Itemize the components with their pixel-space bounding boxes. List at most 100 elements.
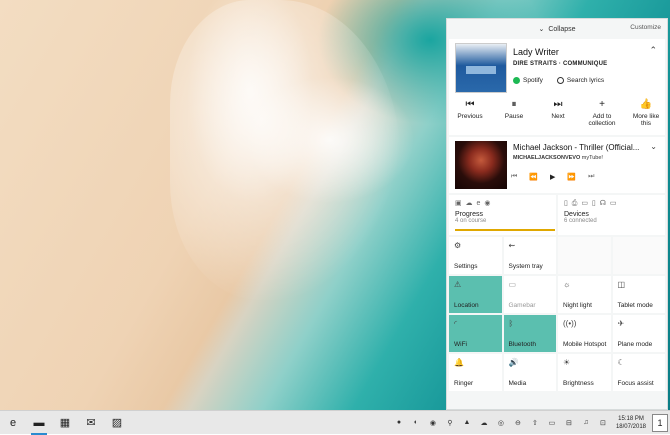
progress-label: Progress — [455, 211, 484, 218]
tray-icon[interactable]: ♫ — [579, 416, 593, 430]
tile-location[interactable]: ⚠ Location — [449, 276, 502, 313]
skip-back-icon[interactable]: ⏮ — [511, 173, 517, 181]
pause-label: Pause — [504, 113, 524, 120]
edge-icon[interactable]: e — [0, 411, 26, 435]
previous-button[interactable]: ⏮ Previous — [453, 99, 487, 127]
status-row: ▣ ☁ e ◉ Progress 4 on course ▯ ⎙ ▭ ▯ ☊ ▭… — [449, 195, 665, 235]
tile-label: WiFi — [454, 341, 467, 348]
tile-label: Location — [454, 302, 479, 309]
rewind-icon[interactable]: ⏪ — [529, 173, 538, 181]
next-button[interactable]: ⏭ Next — [541, 99, 575, 127]
tile-label: Tablet mode — [617, 302, 653, 309]
notification-button[interactable]: 1 — [652, 413, 668, 432]
store-icon[interactable]: ▦ — [52, 411, 78, 435]
search-lyrics-button[interactable]: Search lyrics — [556, 77, 605, 85]
fast-forward-icon[interactable]: ⏩ — [567, 173, 576, 181]
pause-button[interactable]: ⏸ Pause — [497, 99, 531, 127]
progress-sub: 4 on course — [455, 218, 487, 224]
photos-icon[interactable]: ▨ — [104, 411, 130, 435]
tray-icon[interactable]: ◎ — [494, 416, 508, 430]
tile-tablet-mode[interactable]: ◫ Tablet mode — [612, 276, 665, 313]
tray-icon[interactable]: ⇧ — [528, 416, 542, 430]
tile-gamebar[interactable]: ▭ Gamebar — [503, 276, 556, 313]
ringer-icon: 🔔 — [454, 358, 464, 367]
media-icon: 🔊 — [508, 358, 519, 367]
next-icon: ⏭ — [553, 99, 563, 110]
more-like-this-label: More like this — [632, 113, 660, 127]
tray-icon[interactable]: ◉ — [426, 416, 440, 430]
progress-bar — [455, 229, 555, 231]
tile-empty — [612, 237, 665, 274]
tile-focus-assist[interactable]: ☾ Focus assist — [612, 354, 665, 391]
progress-card[interactable]: ▣ ☁ e ◉ Progress 4 on course — [449, 195, 556, 235]
skip-forward-icon[interactable]: ⏭ — [588, 173, 594, 181]
chevron-down-icon[interactable]: ⌄ — [538, 25, 544, 33]
tray-icon[interactable]: ◐ — [409, 416, 423, 430]
tile-ringer[interactable]: 🔔 Ringer — [449, 354, 502, 391]
music-controls: ⏮ Previous ⏸ Pause ⏭ Next + Add to collectio… — [453, 99, 663, 127]
search-lyrics-label: Search lyrics — [566, 77, 605, 85]
devices-card[interactable]: ▯ ⎙ ▭ ▯ ☊ ▭ Devices 6 connected — [558, 195, 665, 235]
customize-link[interactable]: Customize — [630, 24, 661, 31]
tablet-mode-icon: ◫ — [617, 280, 626, 289]
tile-label: Mobile Hotspot — [563, 341, 607, 348]
collapse-button[interactable]: Collapse — [548, 26, 575, 33]
video-thumbnail — [455, 141, 507, 189]
mobile-hotspot-icon: ((•)) — [563, 319, 577, 328]
chevron-up-icon[interactable]: ⌃ — [649, 45, 657, 56]
tile-label: Brightness — [563, 380, 594, 387]
tile-system-tray[interactable]: ⇜ System tray — [503, 237, 556, 274]
clock-time: 15:18 PM — [618, 415, 644, 422]
spotify-source[interactable]: Spotify — [513, 77, 543, 84]
taskbar: e ▬ ▦ ✉ ▨ ● ◐ ◉ ⚲ ▲ ☁ ◎ ⊖ ⇧ ▭ ⊟ ♫ ⊡ 15:18 PM 18/07/2018 1 — [0, 410, 670, 435]
tray-icon[interactable]: ▲ — [460, 416, 474, 430]
device-icons: ▯ ⎙ ▭ ▯ ☊ ▭ — [564, 200, 618, 207]
devices-sub: 6 connected — [564, 218, 597, 224]
tile-media[interactable]: 🔊 Media — [503, 354, 556, 391]
tray-icon[interactable]: ⊟ — [562, 416, 576, 430]
tile-bluetooth[interactable]: ᛒ Bluetooth — [503, 315, 556, 352]
tile-settings[interactable]: ⚙ Settings — [449, 237, 502, 274]
gamebar-icon: ▭ — [508, 280, 517, 289]
tray-icon[interactable]: ☁ — [477, 416, 491, 430]
settings-icon: ⚙ — [454, 241, 462, 250]
tile-label: Focus assist — [617, 380, 654, 387]
video-controls: ⏮ ⏪ ▶ ⏩ ⏭ — [511, 173, 594, 181]
tray-icon[interactable]: ▭ — [545, 416, 559, 430]
devices-label: Devices — [564, 211, 589, 218]
system-tray-icon: ⇜ — [508, 241, 516, 250]
bluetooth-icon: ᛒ — [508, 319, 514, 328]
tray-icon[interactable]: ⊖ — [511, 416, 525, 430]
system-tray: ● ◐ ◉ ⚲ ▲ ☁ ◎ ⊖ ⇧ ▭ ⊟ ♫ ⊡ 15:18 PM 18/07/2018 1 — [392, 413, 670, 432]
tile-label: System tray — [508, 263, 543, 270]
music-source-row: Spotify Search lyrics — [513, 77, 604, 84]
tile-brightness[interactable]: ☀ Brightness — [558, 354, 611, 391]
tile-mobile-hotspot[interactable]: ((•)) Mobile Hotspot — [558, 315, 611, 352]
next-label: Next — [551, 113, 565, 120]
video-channel: MICHAELJACKSONVEVO — [513, 155, 581, 161]
tray-icon[interactable]: ⊡ — [596, 416, 610, 430]
album-art — [455, 43, 507, 93]
previous-icon: ⏮ — [465, 99, 475, 110]
tile-wifi[interactable]: ◜ WiFi — [449, 315, 502, 352]
spotify-label: Spotify — [523, 77, 543, 85]
add-to-collection-button[interactable]: + Add to collection — [585, 99, 619, 127]
action-center-panel: ⌄ Collapse Customize Lady Writer DIRE ST… — [446, 18, 668, 410]
tile-night-light[interactable]: ☼ Night light — [558, 276, 611, 313]
progress-app-icons: ▣ ☁ e ◉ — [455, 200, 492, 207]
file-explorer-icon[interactable]: ▬ — [26, 411, 52, 435]
wifi-icon: ◜ — [454, 319, 458, 328]
pause-icon: ⏸ — [511, 99, 517, 110]
tile-plane-mode[interactable]: ✈ Plane mode — [612, 315, 665, 352]
plus-icon: + — [599, 99, 605, 110]
mail-icon[interactable]: ✉ — [78, 411, 104, 435]
location-icon: ⚠ — [454, 280, 462, 289]
tile-label: Media — [508, 380, 527, 387]
more-like-this-button[interactable]: 👍 More like this — [629, 99, 663, 127]
play-icon[interactable]: ▶ — [550, 173, 555, 181]
tray-icon[interactable]: ⚲ — [443, 416, 457, 430]
chevron-down-icon[interactable]: ⌄ — [650, 142, 657, 151]
plane-mode-icon: ✈ — [617, 319, 625, 328]
tray-icon[interactable]: ● — [392, 416, 406, 430]
clock[interactable]: 15:18 PM 18/07/2018 — [613, 415, 649, 431]
